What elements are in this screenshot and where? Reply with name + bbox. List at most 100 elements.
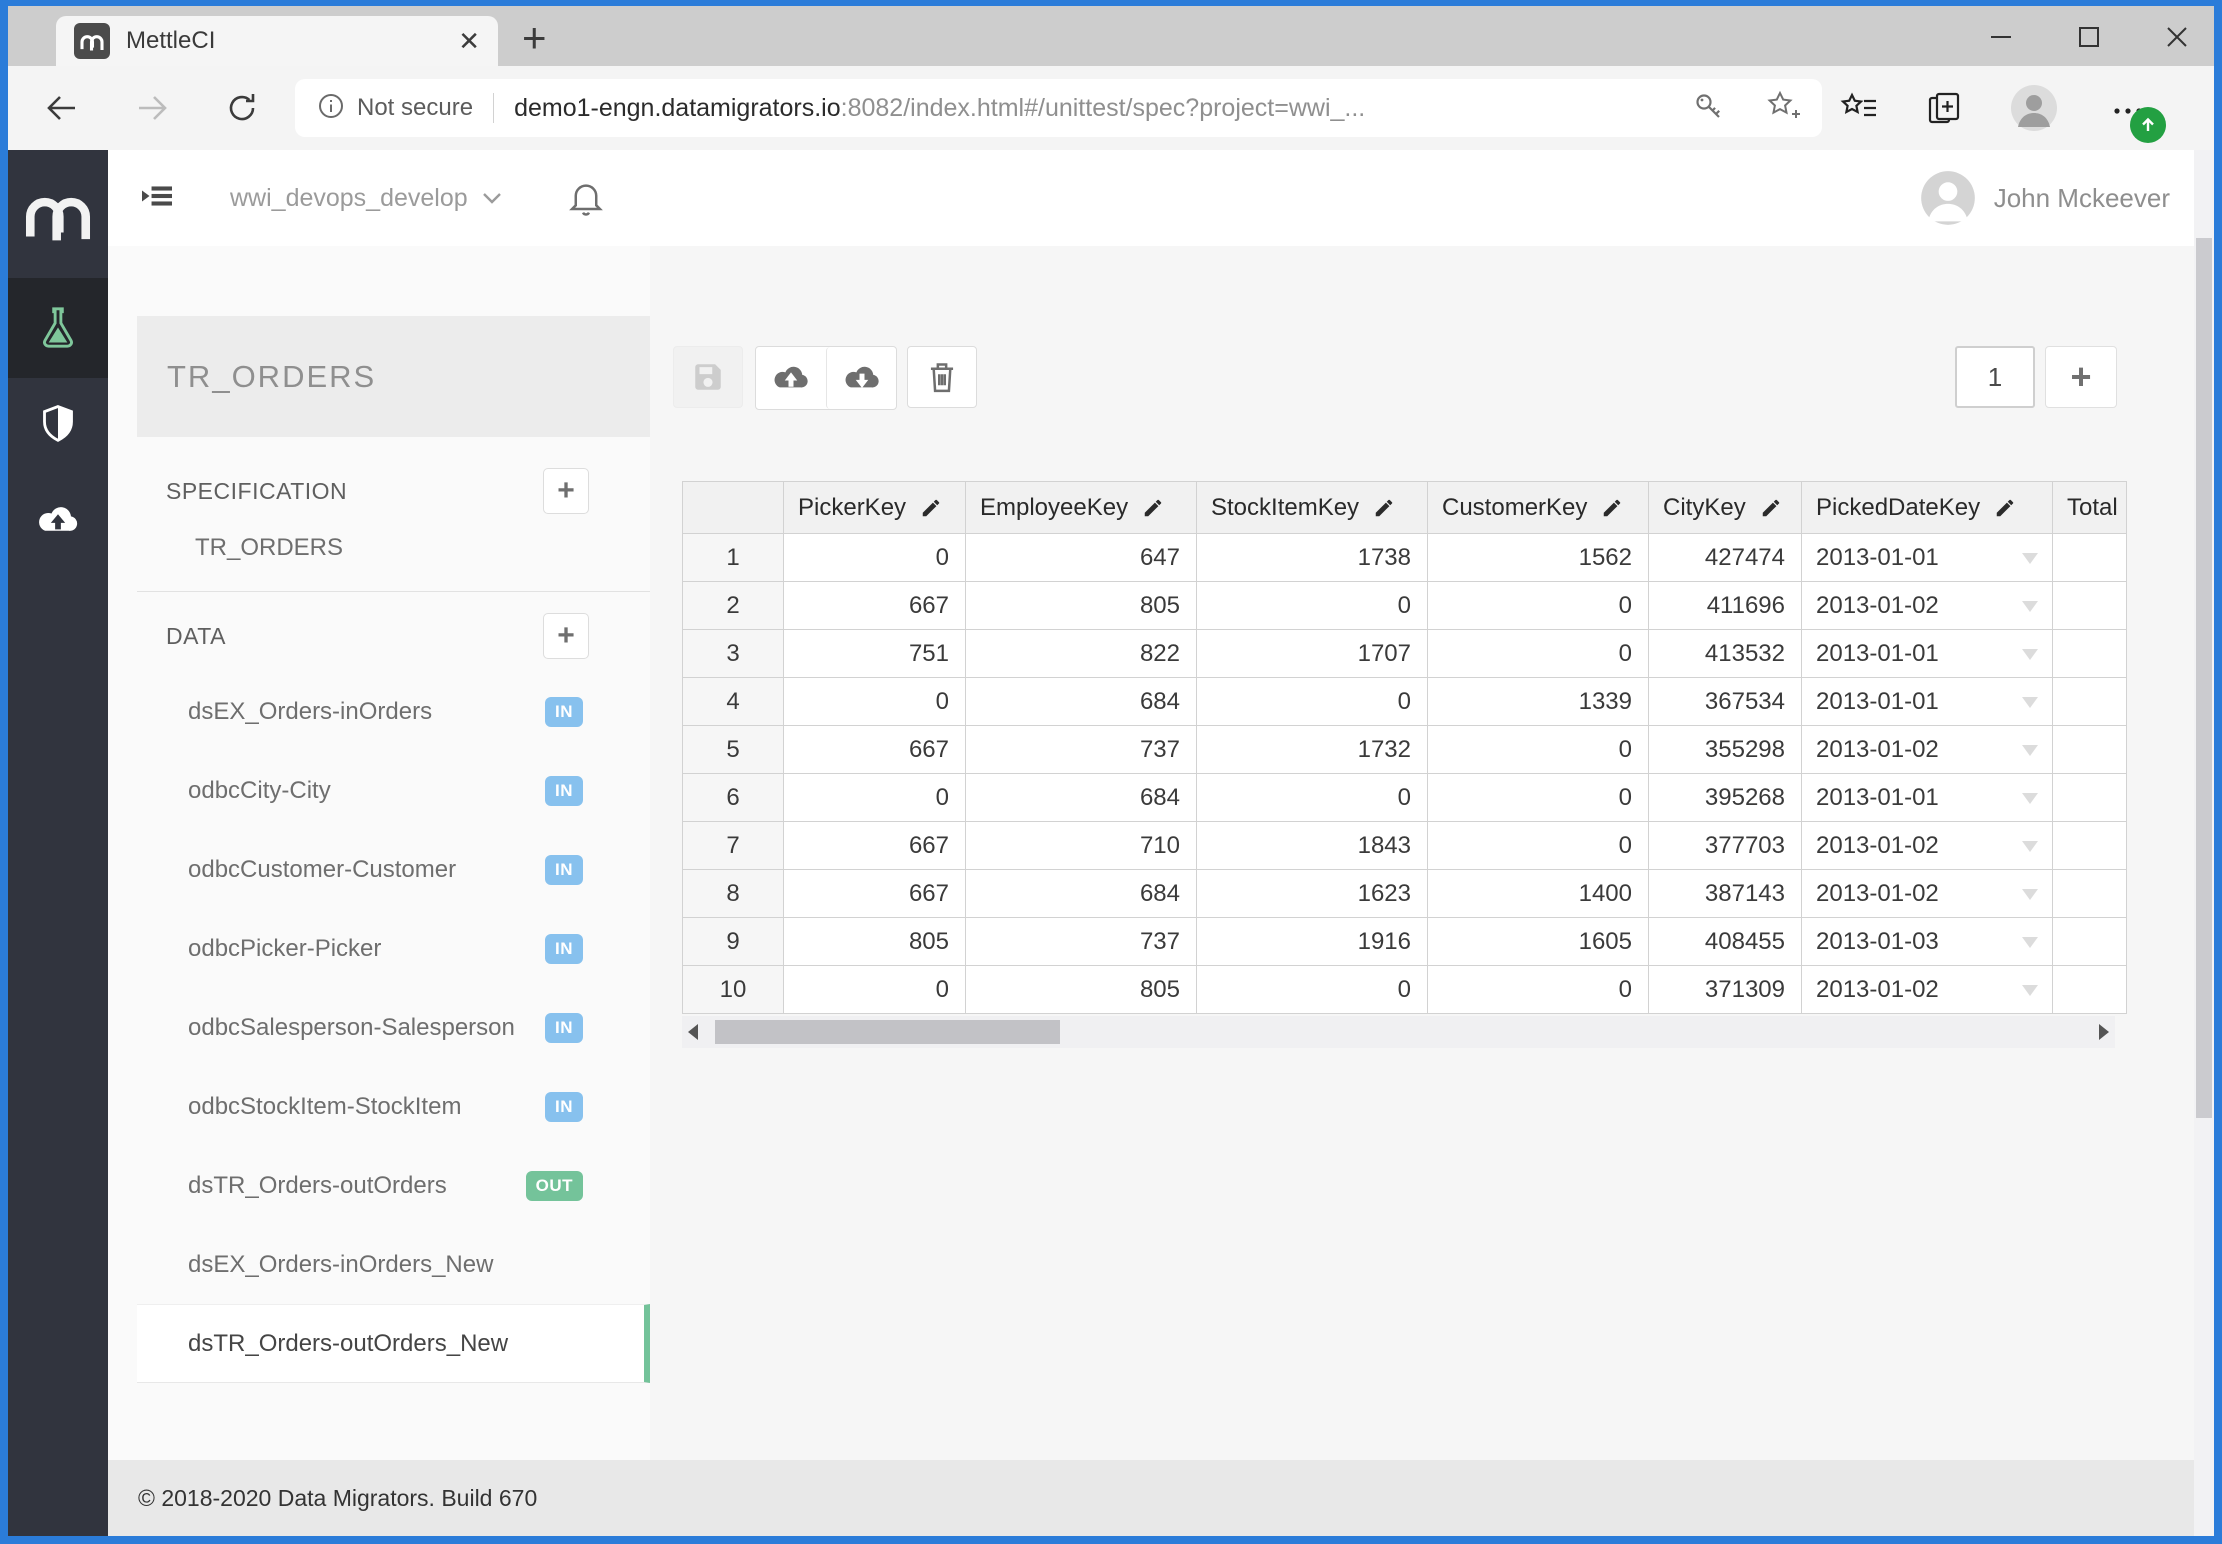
date-dropdown-caret-icon[interactable] [2022,697,2038,708]
edit-column-icon[interactable] [1760,497,1782,519]
data-cell[interactable]: 1605 [1428,918,1649,966]
data-cell-clipped[interactable] [2053,966,2127,1014]
add-specification-button[interactable]: + [543,468,589,514]
edit-column-icon[interactable] [1601,497,1623,519]
data-item[interactable]: dsEX_Orders-inOrders_New [137,1225,650,1304]
date-dropdown-caret-icon[interactable] [2022,553,2038,564]
specification-item[interactable]: TR_ORDERS [108,519,650,577]
data-cell[interactable]: 710 [966,822,1197,870]
data-cell[interactable]: 395268 [1649,774,1802,822]
data-cell[interactable]: 667 [784,822,966,870]
data-cell[interactable]: 0 [784,774,966,822]
data-cell-clipped[interactable] [2053,822,2127,870]
date-cell[interactable]: 2013-01-02 [1802,870,2053,918]
rail-item-unit-test[interactable] [8,278,108,378]
data-cell[interactable]: 0 [1197,582,1428,630]
data-cell[interactable]: 367534 [1649,678,1802,726]
new-tab-button[interactable]: + [522,18,547,58]
data-cell[interactable]: 822 [966,630,1197,678]
data-cell[interactable]: 0 [1428,726,1649,774]
data-item[interactable]: dsEX_Orders-inOrdersIN [137,672,650,751]
data-cell[interactable]: 0 [1428,630,1649,678]
data-cell[interactable]: 0 [784,534,966,582]
data-cell[interactable]: 667 [784,582,966,630]
data-cell[interactable]: 408455 [1649,918,1802,966]
data-cell[interactable]: 1732 [1197,726,1428,774]
data-cell[interactable]: 1623 [1197,870,1428,918]
address-bar[interactable]: Not secure demo1-engn.datamigrators.io:8… [295,79,1822,137]
tab-close-icon[interactable]: ✕ [458,28,480,54]
vertical-scrollbar-thumb[interactable] [2196,238,2212,1118]
date-dropdown-caret-icon[interactable] [2022,793,2038,804]
data-cell[interactable]: 737 [966,918,1197,966]
date-cell[interactable]: 2013-01-01 [1802,630,2053,678]
password-key-icon[interactable] [1692,90,1724,127]
browser-menu-icon[interactable] [2106,89,2150,133]
date-cell[interactable]: 2013-01-01 [1802,774,2053,822]
browser-profile-avatar[interactable] [2010,84,2058,137]
date-cell[interactable]: 2013-01-01 [1802,678,2053,726]
data-cell-clipped[interactable] [2053,582,2127,630]
info-icon[interactable] [317,92,345,125]
data-cell[interactable]: 411696 [1649,582,1802,630]
data-cell[interactable]: 0 [784,966,966,1014]
add-page-button[interactable]: + [2045,346,2117,408]
edit-column-icon[interactable] [920,497,942,519]
data-cell[interactable]: 1707 [1197,630,1428,678]
data-cell[interactable]: 805 [966,966,1197,1014]
data-cell[interactable]: 387143 [1649,870,1802,918]
date-dropdown-caret-icon[interactable] [2022,889,2038,900]
data-cell[interactable]: 805 [784,918,966,966]
forward-icon[interactable] [134,90,170,126]
date-cell[interactable]: 2013-01-02 [1802,966,2053,1014]
edit-column-icon[interactable] [1994,497,2016,519]
scroll-right-arrow-icon[interactable] [2099,1024,2109,1040]
save-button[interactable] [673,346,743,408]
data-cell[interactable]: 427474 [1649,534,1802,582]
favorites-bar-icon[interactable] [1840,92,1878,129]
data-item[interactable]: odbcStockItem-StockItemIN [137,1067,650,1146]
date-cell[interactable]: 2013-01-02 [1802,822,2053,870]
date-dropdown-caret-icon[interactable] [2022,985,2038,996]
data-cell[interactable]: 1339 [1428,678,1649,726]
data-cell-clipped[interactable] [2053,630,2127,678]
data-cell[interactable]: 0 [1197,774,1428,822]
data-cell[interactable]: 355298 [1649,726,1802,774]
data-item[interactable]: dsTR_Orders-outOrdersOUT [137,1146,650,1225]
close-icon[interactable] [2162,22,2192,52]
data-cell[interactable]: 413532 [1649,630,1802,678]
data-cell-clipped[interactable] [2053,726,2127,774]
scroll-left-arrow-icon[interactable] [688,1024,698,1040]
collections-icon[interactable] [1926,90,1962,131]
upload-data-button[interactable] [756,347,826,409]
horizontal-scrollbar-thumb[interactable] [715,1020,1060,1044]
data-cell[interactable]: 751 [784,630,966,678]
data-cell-clipped[interactable] [2053,678,2127,726]
data-cell[interactable]: 0 [1428,822,1649,870]
project-dropdown[interactable]: wwi_devops_develop [230,184,502,213]
rail-item-compliance[interactable] [8,378,108,474]
data-cell[interactable]: 1843 [1197,822,1428,870]
data-cell[interactable]: 684 [966,678,1197,726]
rail-item-deploy[interactable] [8,474,108,570]
data-item[interactable]: odbcCity-CityIN [137,751,650,830]
minimize-icon[interactable] [1986,22,2016,52]
date-dropdown-caret-icon[interactable] [2022,841,2038,852]
browser-tab[interactable]: MettleCI ✕ [56,16,498,66]
data-cell[interactable]: 0 [1428,774,1649,822]
data-item[interactable]: odbcPicker-PickerIN [137,909,650,988]
data-cell[interactable]: 377703 [1649,822,1802,870]
delete-button[interactable] [907,346,977,408]
user-menu[interactable]: John Mckeever [1920,170,2170,226]
data-cell-clipped[interactable] [2053,870,2127,918]
data-cell[interactable]: 1738 [1197,534,1428,582]
data-cell[interactable]: 0 [784,678,966,726]
data-cell-clipped[interactable] [2053,774,2127,822]
notifications-bell-icon[interactable] [568,179,604,217]
data-cell[interactable]: 647 [966,534,1197,582]
page-number-button[interactable]: 1 [1955,346,2035,408]
data-cell[interactable]: 667 [784,870,966,918]
add-favorite-star-icon[interactable] [1766,90,1800,127]
data-cell-clipped[interactable] [2053,918,2127,966]
data-item[interactable]: odbcSalesperson-SalespersonIN [137,988,650,1067]
